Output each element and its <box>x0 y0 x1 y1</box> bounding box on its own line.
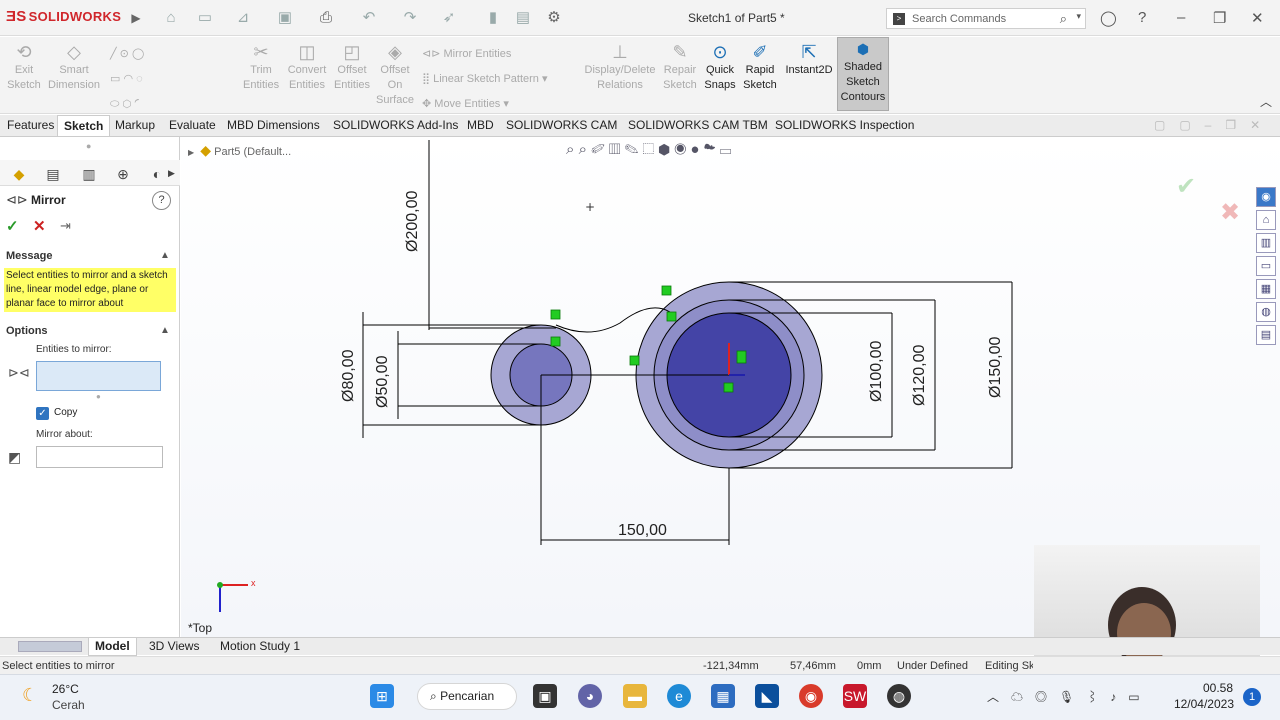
weather-icon[interactable]: ☾ <box>22 685 38 706</box>
view-orientation-label: *Top <box>188 621 213 635</box>
dimension-200[interactable]: Ø200,00 <box>404 185 434 257</box>
store-icon[interactable]: ▦ <box>711 684 735 708</box>
dimension-50[interactable]: Ø50,00 <box>374 344 400 408</box>
dimension-80[interactable]: Ø80,00 <box>340 336 366 402</box>
status-mode: Editing Sk <box>985 660 1033 672</box>
dimension-150-diameter[interactable]: Ø150,00 <box>987 326 1013 398</box>
tab-motion-study-1[interactable]: Motion Study 1 <box>214 638 306 656</box>
status-hint: Select entities to mirror <box>2 660 115 672</box>
dimension-100[interactable]: Ø100,00 <box>868 330 894 402</box>
x-axis-label: x <box>251 578 256 588</box>
status-x: -121,34mm <box>703 660 759 672</box>
notification-badge[interactable]: 1 <box>1243 688 1261 706</box>
status-state: Under Defined <box>897 660 968 672</box>
dimension-150-linear[interactable]: 150,00 <box>618 522 667 540</box>
vs-icon[interactable]: ◣ <box>755 684 779 708</box>
weather-temp[interactable]: 26°C <box>52 682 79 696</box>
status-y: 57,46mm <box>790 660 836 672</box>
tab-3d-views[interactable]: 3D Views <box>143 638 205 656</box>
status-bar: Select entities to mirror -121,34mm 57,4… <box>0 656 1280 674</box>
search-icon: ⌕ <box>430 689 437 703</box>
solidworks-taskbar-icon[interactable]: SW <box>843 684 867 708</box>
task-view-icon[interactable]: ▣ <box>533 684 557 708</box>
weather-text[interactable]: Cerah <box>52 698 85 712</box>
chrome-icon[interactable]: ◉ <box>799 684 823 708</box>
taskbar-search[interactable]: ⌕ Pencarian <box>417 683 517 710</box>
teams-icon[interactable]: ◕ <box>578 684 602 708</box>
file-explorer-icon[interactable]: ▬ <box>623 684 647 708</box>
status-z: 0mm <box>857 660 882 672</box>
clock-time[interactable]: 00.58 <box>1197 681 1233 695</box>
tab-scroll-buttons[interactable] <box>18 641 82 652</box>
clock-date[interactable]: 12/04/2023 <box>1172 697 1234 711</box>
bottom-tab-bar: Model 3D Views Motion Study 1 <box>0 637 1280 656</box>
dimension-120[interactable]: Ø120,00 <box>911 334 937 406</box>
obs-icon[interactable]: ◍ <box>887 684 911 708</box>
tab-model[interactable]: Model <box>88 638 137 656</box>
start-icon[interactable]: ⊞ <box>370 684 394 708</box>
edge-icon[interactable]: e <box>667 684 691 708</box>
system-tray-icons[interactable]: ︿☁◎🎙⌇♪▭ <box>987 688 1152 705</box>
svg-text:+: + <box>585 200 595 214</box>
